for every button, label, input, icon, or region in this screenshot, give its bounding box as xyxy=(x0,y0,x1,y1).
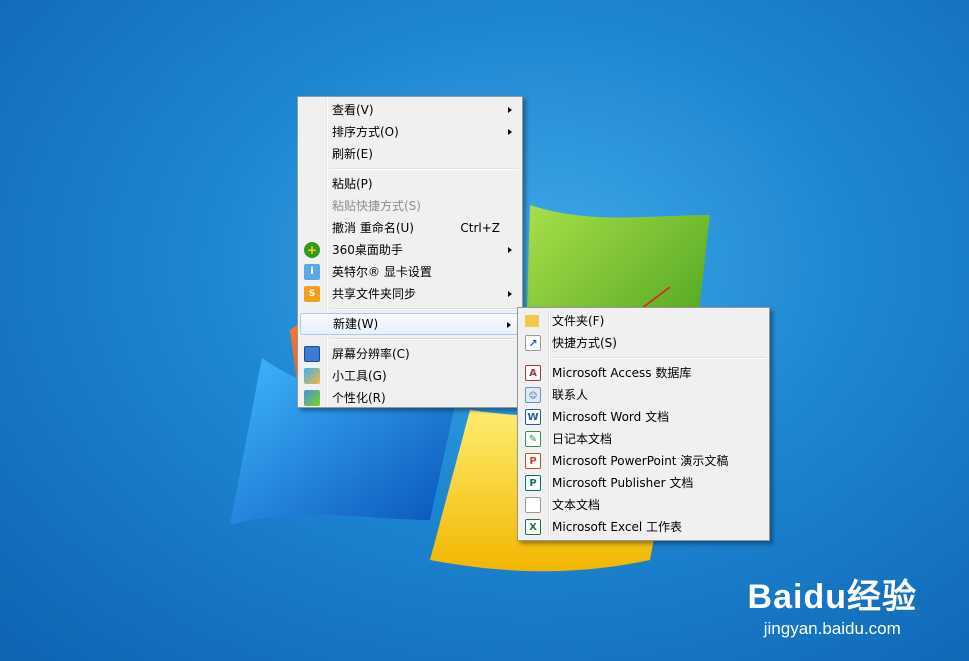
screen-resolution-icon xyxy=(304,346,320,362)
share-sync-icon: S xyxy=(304,286,320,302)
submenu-item-contact[interactable]: ☺ 联系人 xyxy=(520,384,767,406)
menu-item-view[interactable]: 查看(V) xyxy=(300,99,520,121)
menu-item-label: 粘贴快捷方式(S) xyxy=(332,199,421,213)
menu-item-refresh[interactable]: 刷新(E) xyxy=(300,143,520,165)
menu-item-sort-by[interactable]: 排序方式(O) xyxy=(300,121,520,143)
new-submenu: 文件夹(F) ↗ 快捷方式(S) A Microsoft Access 数据库 ☺ 联… xyxy=(517,307,770,541)
submenu-item-text-document[interactable]: 文本文档 xyxy=(520,494,767,516)
folder-icon xyxy=(525,315,539,327)
menu-item-label: Microsoft Excel 工作表 xyxy=(552,520,683,534)
watermark-brand: Baidu经验 xyxy=(747,578,917,616)
menu-item-new[interactable]: 新建(W) xyxy=(300,313,520,335)
menu-item-label: 新建(W) xyxy=(333,317,379,331)
menu-item-label: 个性化(R) xyxy=(332,391,386,405)
menu-separator xyxy=(330,338,518,340)
contact-icon: ☺ xyxy=(525,387,541,403)
powerpoint-icon: P xyxy=(525,453,541,469)
submenu-arrow-icon xyxy=(508,291,512,297)
menu-item-label: 快捷方式(S) xyxy=(552,336,617,350)
menu-item-label: Microsoft PowerPoint 演示文稿 xyxy=(552,454,729,468)
submenu-item-powerpoint[interactable]: P Microsoft PowerPoint 演示文稿 xyxy=(520,450,767,472)
submenu-arrow-icon xyxy=(508,107,512,113)
menu-separator xyxy=(330,308,518,310)
personalize-icon xyxy=(304,390,320,406)
access-icon: A xyxy=(525,365,541,381)
menu-item-gadgets[interactable]: 小工具(G) xyxy=(300,365,520,387)
submenu-item-access[interactable]: A Microsoft Access 数据库 xyxy=(520,362,767,384)
menu-item-share-sync[interactable]: S 共享文件夹同步 xyxy=(300,283,520,305)
menu-item-shortcut: Ctrl+Z xyxy=(460,221,500,235)
submenu-item-excel[interactable]: X Microsoft Excel 工作表 xyxy=(520,516,767,538)
intel-graphics-icon: i xyxy=(304,264,320,280)
menu-item-label: 屏幕分辨率(C) xyxy=(332,347,410,361)
menu-item-label: Microsoft Publisher 文档 xyxy=(552,476,694,490)
menu-item-label: Microsoft Word 文档 xyxy=(552,410,670,424)
excel-icon: X xyxy=(525,519,541,535)
submenu-arrow-icon xyxy=(507,322,511,328)
watermark-url: jingyan.baidu.com xyxy=(763,619,901,638)
menu-item-label: 小工具(G) xyxy=(332,369,387,383)
menu-item-paste[interactable]: 粘贴(P) xyxy=(300,173,520,195)
publisher-icon: P xyxy=(525,475,541,491)
menu-item-360-desktop[interactable]: +360桌面助手 xyxy=(300,239,520,261)
menu-item-intel-graphics[interactable]: i 英特尔® 显卡设置 xyxy=(300,261,520,283)
shortcut-icon: ↗ xyxy=(525,335,541,351)
menu-item-label: 撤消 重命名(U) xyxy=(332,221,414,235)
menu-item-undo-rename[interactable]: 撤消 重命名(U) Ctrl+Z xyxy=(300,217,520,239)
menu-item-label: 粘贴(P) xyxy=(332,177,373,191)
menu-separator xyxy=(550,357,765,359)
menu-item-label: Microsoft Access 数据库 xyxy=(552,366,692,380)
submenu-arrow-icon xyxy=(508,247,512,253)
journal-icon: ✎ xyxy=(525,431,541,447)
menu-item-paste-shortcut: 粘贴快捷方式(S) xyxy=(300,195,520,217)
submenu-item-folder[interactable]: 文件夹(F) xyxy=(520,310,767,332)
menu-item-label: 360桌面助手 xyxy=(332,243,403,257)
menu-item-label: 共享文件夹同步 xyxy=(332,287,417,301)
menu-item-label: 文件夹(F) xyxy=(552,314,605,328)
menu-item-personalize[interactable]: 个性化(R) xyxy=(300,387,520,409)
text-document-icon xyxy=(525,497,541,513)
menu-item-screen-resolution[interactable]: 屏幕分辨率(C) xyxy=(300,343,520,365)
submenu-item-word[interactable]: W Microsoft Word 文档 xyxy=(520,406,767,428)
360-icon: + xyxy=(304,242,320,258)
word-icon: W xyxy=(525,409,541,425)
gadgets-icon xyxy=(304,368,320,384)
menu-separator xyxy=(330,168,518,170)
submenu-item-shortcut[interactable]: ↗ 快捷方式(S) xyxy=(520,332,767,354)
submenu-item-journal[interactable]: ✎ 日记本文档 xyxy=(520,428,767,450)
menu-item-label: 联系人 xyxy=(552,388,589,402)
submenu-item-publisher[interactable]: P Microsoft Publisher 文档 xyxy=(520,472,767,494)
baidu-watermark: Baidu经验 jingyan.baidu.com xyxy=(748,579,917,639)
menu-item-label: 查看(V) xyxy=(332,103,374,117)
menu-item-label: 文本文档 xyxy=(552,498,601,512)
menu-item-label: 排序方式(O) xyxy=(332,125,399,139)
submenu-arrow-icon xyxy=(508,129,512,135)
menu-item-label: 英特尔® 显卡设置 xyxy=(332,265,432,279)
menu-item-label: 日记本文档 xyxy=(552,432,613,446)
menu-item-label: 刷新(E) xyxy=(332,147,373,161)
desktop-context-menu: 查看(V) 排序方式(O) 刷新(E) 粘贴(P) 粘贴快捷方式(S) 撤消 重… xyxy=(297,96,523,408)
